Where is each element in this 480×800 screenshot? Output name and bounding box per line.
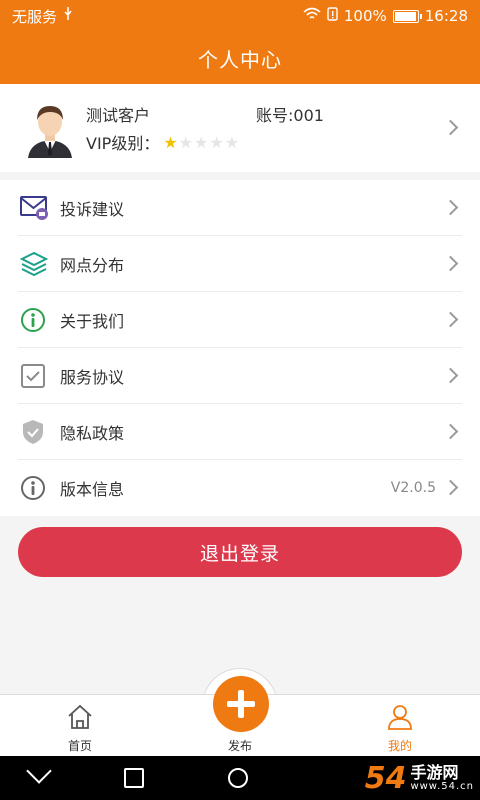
- menu-item-about-us[interactable]: 关于我们: [0, 292, 480, 348]
- menu-label: 投诉建议: [60, 200, 125, 219]
- recent-apps-icon[interactable]: [124, 768, 144, 788]
- tab-label: 我的: [387, 739, 412, 753]
- wifi-icon: [303, 7, 321, 25]
- menu-label: 关于我们: [60, 312, 125, 331]
- info-icon: [20, 475, 46, 501]
- vip-stars: ★ ★ ★ ★ ★: [163, 133, 239, 152]
- watermark-number: 54: [364, 760, 407, 796]
- profile-card[interactable]: 测试客户 账号:001 VIP级别： ★ ★ ★ ★ ★: [0, 84, 480, 172]
- star-empty-icon: ★: [209, 132, 224, 152]
- chevron-right-icon: [442, 423, 459, 440]
- shield-icon: [20, 419, 46, 445]
- menu-label: 网点分布: [60, 256, 125, 275]
- chevron-right-icon: [442, 311, 459, 328]
- chevron-right-icon: [442, 255, 459, 272]
- star-empty-icon: ★: [178, 132, 194, 152]
- star-empty-icon: ★: [194, 132, 209, 152]
- battery-icon: [392, 9, 422, 23]
- usb-icon: [63, 7, 73, 25]
- battery-percent: 100%: [343, 7, 387, 25]
- watermark-line2: www.54.cn: [410, 781, 474, 793]
- customer-name: 测试客户: [86, 106, 151, 125]
- menu-label: 服务协议: [60, 368, 125, 387]
- watermark-logo: 54 手游网 www.54.cn: [365, 756, 474, 800]
- mail-icon: [20, 195, 48, 221]
- sim-alert-icon: [327, 7, 338, 25]
- chevron-right-icon: [442, 479, 459, 496]
- menu-label: 版本信息: [60, 480, 125, 499]
- page-title: 个人中心: [198, 47, 282, 72]
- account-number: 账号:001: [256, 106, 324, 125]
- vip-level: VIP级别： ★ ★ ★ ★ ★: [86, 130, 239, 154]
- menu-item-privacy-policy[interactable]: 隐私政策: [0, 404, 480, 460]
- tab-label: 首页: [67, 739, 92, 753]
- tab-home[interactable]: 首页: [20, 695, 140, 757]
- logout-button[interactable]: 退出登录: [18, 527, 462, 577]
- menu-item-complaints[interactable]: 投诉建议: [0, 180, 480, 236]
- menu-label: 隐私政策: [60, 424, 125, 443]
- clock: 16:28: [424, 7, 468, 25]
- tab-mine[interactable]: 我的: [340, 695, 460, 757]
- tab-label: 发布: [227, 739, 252, 753]
- user-icon: [386, 703, 414, 731]
- back-icon[interactable]: [26, 758, 52, 784]
- menu-item-version-info[interactable]: 版本信息 V2.0.5: [0, 460, 480, 516]
- watermark-line1: 手游网: [410, 762, 459, 782]
- carrier-text: 无服务: [12, 7, 58, 26]
- page-title-bar: 个人中心: [0, 32, 480, 84]
- vip-label: VIP级别：: [86, 134, 160, 153]
- chevron-right-icon: [442, 199, 459, 216]
- home-icon: [66, 703, 94, 731]
- menu-item-service-agreement[interactable]: 服务协议: [0, 348, 480, 404]
- layers-icon: [19, 251, 49, 277]
- star-filled-icon: ★: [163, 132, 178, 152]
- avatar: [20, 98, 80, 158]
- star-empty-icon: ★: [224, 132, 240, 152]
- info-circle-icon: [20, 307, 46, 333]
- settings-menu: 投诉建议 网点分布 关于我们 服务协议 隐私政策 版本信息 V2.0.5: [0, 180, 480, 516]
- menu-item-branch-locations[interactable]: 网点分布: [0, 236, 480, 292]
- chevron-right-icon: [442, 119, 459, 136]
- status-bar: 无服务 100% 16:28: [0, 0, 480, 32]
- chevron-right-icon: [442, 367, 459, 384]
- version-number: V2.0.5: [390, 480, 436, 496]
- home-circle-icon[interactable]: [228, 768, 248, 788]
- publish-plus-button[interactable]: [213, 676, 269, 732]
- battery-fill: [394, 11, 416, 21]
- checkbox-icon: [20, 363, 46, 389]
- watermark-text: 手游网 www.54.cn: [410, 764, 474, 793]
